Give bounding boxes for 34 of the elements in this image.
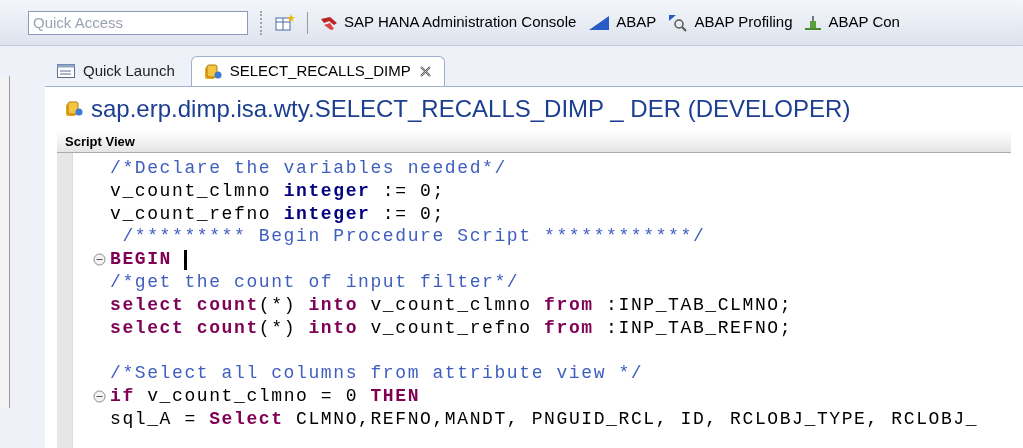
procedure-icon <box>203 62 222 81</box>
code-line: if v_count_clmno = 0 THEN <box>110 384 421 408</box>
code-line: /********* Begin Procedure Script ************/ <box>121 225 706 249</box>
text-cursor <box>184 249 187 270</box>
code-line: select count(*) into v_count_clmno from :INP_TAB_CLMNO; <box>110 293 793 317</box>
section-header: Script View <box>57 131 1011 153</box>
code-line: /*get the count of input filter*/ <box>110 271 520 294</box>
tab-label: Quick Launch <box>83 60 175 81</box>
perspective-button[interactable]: ABAP Con <box>804 11 900 34</box>
window-icon <box>57 64 75 78</box>
perspective-button[interactable]: SAP HANA Administration Console <box>320 11 577 34</box>
perspective-button[interactable]: ABAP Profiling <box>668 11 793 34</box>
code-line: sql_A = Select CLMNO,REFNO,MANDT, PNGUID_RCL, ID, RCLOBJ_TYPE, RCLOBJ_ <box>110 407 979 431</box>
quick-access-field[interactable]: Quick Access <box>28 10 248 35</box>
code-line: select count(*) into v_count_refno from :INP_TAB_REFNO; <box>110 316 793 340</box>
close-icon[interactable] <box>418 65 432 78</box>
table-star-icon[interactable] <box>275 13 295 32</box>
perspective-button[interactable]: ABAP <box>588 11 657 34</box>
code-line: BEGIN <box>110 248 172 271</box>
fold-minus-icon[interactable] <box>93 253 106 267</box>
editor-title: sap.erp.dimp.isa.wty.SELECT_RECALLS_DIMP _ DER (DEVELOPER) <box>91 94 851 124</box>
pliers-icon <box>320 14 338 31</box>
editor-tab[interactable]: Quick Launch <box>45 56 187 86</box>
magnifier-icon <box>668 13 689 32</box>
procedure-icon <box>65 100 83 118</box>
code-line: v_count_clmno integer := 0; <box>110 179 445 203</box>
wedge-icon <box>588 14 611 31</box>
code-line: /*Declare the variables needed*/ <box>110 157 507 180</box>
tab-label: SELECT_RECALLS_DIMP <box>229 61 411 82</box>
plug-icon <box>804 14 823 31</box>
code-line: v_count_refno integer := 0; <box>110 202 445 226</box>
code-line: /*Select all columns from attribute view */ <box>110 362 644 385</box>
editor-tab[interactable]: SELECT_RECALLS_DIMP <box>190 56 445 86</box>
fold-minus-icon[interactable] <box>93 389 106 403</box>
